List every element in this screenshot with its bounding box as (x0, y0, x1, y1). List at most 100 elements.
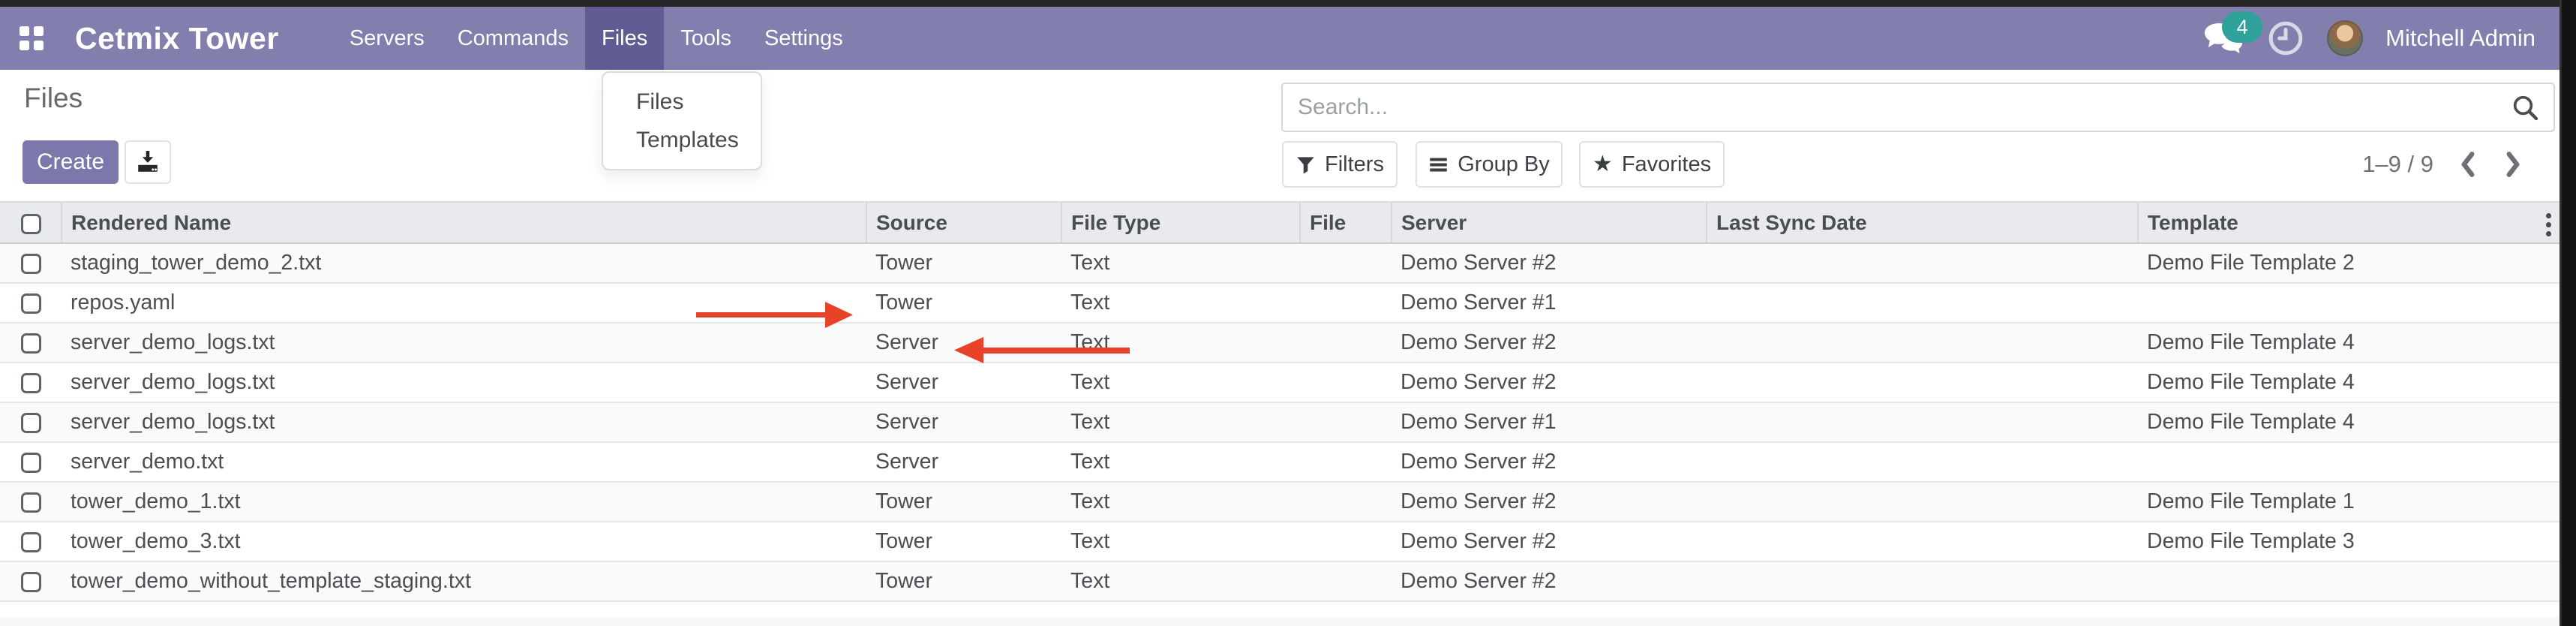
cell-rendered-name: repos.yaml (71, 290, 175, 315)
dropdown-item-files[interactable]: Files (603, 83, 761, 121)
cell-server: Demo Server #1 (1401, 410, 1557, 434)
cell-file-type: Text (1070, 410, 1109, 434)
cell-file-type: Text (1070, 529, 1109, 553)
search-submit[interactable] (2510, 92, 2540, 122)
cell-rendered-name: server_demo_logs.txt (71, 370, 275, 394)
cell-source: Tower (875, 569, 932, 593)
cell-server: Demo Server #2 (1401, 370, 1557, 394)
cell-rendered-name: server_demo.txt (71, 450, 224, 474)
select-all-checkbox[interactable] (21, 214, 41, 234)
cell-rendered-name: tower_demo_3.txt (71, 529, 241, 553)
star-icon: ★ (1593, 153, 1613, 176)
cell-file-type: Text (1070, 569, 1109, 593)
cell-server: Demo Server #2 (1401, 569, 1557, 593)
column-header-template[interactable]: Template (2138, 202, 2559, 243)
app-brand[interactable]: Cetmix Tower (75, 21, 279, 56)
messages-menu[interactable]: 4 (2202, 20, 2244, 56)
search-bar (1281, 83, 2555, 132)
magnifier-icon (2510, 92, 2540, 122)
table-row[interactable]: staging_tower_demo_2.txt Tower Text Demo… (0, 243, 2559, 283)
row-checkbox[interactable] (21, 254, 41, 274)
cell-source: Server (875, 450, 938, 474)
cell-rendered-name: tower_demo_without_template_staging.txt (71, 569, 471, 593)
funnel-icon (1296, 155, 1316, 175)
nav-item-commands[interactable]: Commands (441, 7, 585, 70)
nav-item-files[interactable]: Files (585, 7, 664, 70)
create-button[interactable]: Create (23, 140, 119, 184)
row-checkbox[interactable] (21, 333, 41, 354)
cell-rendered-name: staging_tower_demo_2.txt (71, 251, 321, 275)
column-header-source[interactable]: Source (866, 202, 1061, 243)
cell-template: Demo File Template 2 (2147, 251, 2355, 275)
chevron-right-icon (2502, 150, 2523, 179)
cell-template: Demo File Template 4 (2147, 410, 2355, 434)
cell-server: Demo Server #2 (1401, 330, 1557, 354)
table-row[interactable]: server_demo.txt Server Text Demo Server … (0, 442, 2559, 482)
pager-previous-button[interactable] (2457, 150, 2478, 179)
apps-grid-icon[interactable] (20, 26, 44, 50)
cell-source: Tower (875, 251, 932, 275)
group-by-button[interactable]: Group By (1416, 141, 1563, 188)
row-checkbox[interactable] (21, 453, 41, 473)
table-row[interactable]: tower_demo_1.txt Tower Text Demo Server … (0, 482, 2559, 522)
table-header-row: Rendered Name Source File Type File Serv… (0, 202, 2559, 243)
pager: 1–9 / 9 (2362, 141, 2523, 188)
nav-item-settings[interactable]: Settings (748, 7, 860, 70)
column-header-file[interactable]: File (1300, 202, 1392, 243)
cell-template: Demo File Template 1 (2147, 489, 2355, 513)
table-body: staging_tower_demo_2.txt Tower Text Demo… (0, 243, 2559, 601)
row-checkbox[interactable] (21, 532, 41, 552)
table-footer-area (0, 617, 2559, 626)
dropdown-item-templates[interactable]: Templates (603, 121, 761, 159)
nav-item-servers[interactable]: Servers (333, 7, 441, 70)
cell-source: Tower (875, 529, 932, 553)
screen-right-edge (2559, 0, 2576, 626)
cell-rendered-name: server_demo_logs.txt (71, 330, 275, 354)
cell-server: Demo Server #1 (1401, 290, 1557, 315)
table-row[interactable]: server_demo_logs.txt Server Text Demo Se… (0, 363, 2559, 402)
cell-source: Server (875, 410, 938, 434)
clock-icon (2267, 20, 2304, 57)
chevron-left-icon (2457, 150, 2478, 179)
cell-file-type: Text (1070, 489, 1109, 513)
cell-server: Demo Server #2 (1401, 529, 1557, 553)
column-header-file-type[interactable]: File Type (1061, 202, 1300, 243)
column-header-server[interactable]: Server (1392, 202, 1707, 243)
table-row[interactable]: server_demo_logs.txt Server Text Demo Se… (0, 323, 2559, 363)
filters-button[interactable]: Filters (1282, 141, 1398, 188)
pager-value[interactable]: 1–9 / 9 (2362, 151, 2433, 178)
row-checkbox[interactable] (21, 572, 41, 592)
cell-source: Tower (875, 489, 932, 513)
nav-item-tools[interactable]: Tools (664, 7, 748, 70)
row-checkbox[interactable] (21, 413, 41, 433)
row-checkbox[interactable] (21, 492, 41, 513)
cell-source: Server (875, 370, 938, 394)
table-row[interactable]: tower_demo_without_template_staging.txt … (0, 561, 2559, 601)
import-button[interactable] (125, 140, 171, 184)
user-name[interactable]: Mitchell Admin (2385, 25, 2535, 52)
column-header-rendered-name[interactable]: Rendered Name (62, 202, 866, 243)
table-row[interactable]: repos.yaml Tower Text Demo Server #1 (0, 283, 2559, 323)
screen-top-edge (0, 0, 2576, 7)
row-checkbox[interactable] (21, 373, 41, 393)
app-window: Cetmix Tower Servers Commands Files Tool… (0, 0, 2576, 626)
user-avatar[interactable] (2327, 20, 2363, 56)
search-input[interactable] (1283, 95, 2510, 120)
favorites-button[interactable]: ★ Favorites (1579, 141, 1725, 188)
navbar-left: Cetmix Tower (0, 7, 333, 70)
cell-file-type: Text (1070, 450, 1109, 474)
activities-menu[interactable] (2267, 20, 2304, 57)
column-header-last-sync-date[interactable]: Last Sync Date (1707, 202, 2138, 243)
download-tray-icon (134, 149, 161, 176)
select-all-cell (0, 202, 62, 243)
files-dropdown-menu: Files Templates (602, 71, 762, 170)
cell-rendered-name: server_demo_logs.txt (71, 410, 275, 434)
pager-next-button[interactable] (2502, 150, 2523, 179)
table-row[interactable]: server_demo_logs.txt Server Text Demo Se… (0, 402, 2559, 442)
files-list-table: Rendered Name Source File Type File Serv… (0, 201, 2559, 602)
optional-columns-toggle-icon[interactable] (2546, 213, 2553, 236)
row-checkbox[interactable] (21, 293, 41, 314)
group-by-bars-icon (1428, 155, 1449, 175)
table-row[interactable]: tower_demo_3.txt Tower Text Demo Server … (0, 522, 2559, 561)
navbar-menu: Servers Commands Files Tools Settings (333, 7, 860, 70)
